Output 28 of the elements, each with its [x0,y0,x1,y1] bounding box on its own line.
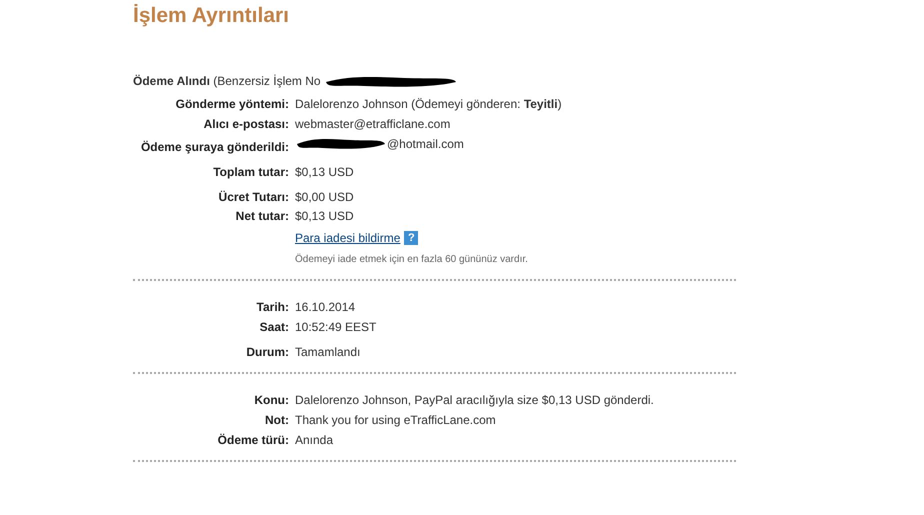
field-value: 16.10.2014 [295,299,356,315]
field-label: Ödeme türü: [216,432,289,448]
field-label: Tarih: [256,299,289,315]
field-value: $0,13 USD [295,164,354,180]
field-label: Gönderme yöntemi: [174,96,289,112]
receipt-heading: Ödeme Alındı (Benzersiz İşlem No [133,73,321,89]
field-value: Dalelorenzo Johnson, PayPal aracılığıyla size $0,13 USD gönderdi. [295,392,654,408]
refund-note: Ödemeyi iade etmek için en fazla 60 gününüz vardır. [295,252,529,267]
page-title: İşlem Ayrıntıları [133,3,290,29]
field-label: Alıcı e-postası: [202,116,289,132]
field-label: Ödeme şuraya gönderildi: [140,139,289,155]
field-value: 10:52:49 EEST [295,319,376,335]
field-value: webmaster@etrafficlane.com [295,116,450,132]
field-value: Dalelorenzo Johnson (Ödemeyi gönderen: Teyitli) [295,96,562,112]
field-label: Toplam tutar: [212,164,289,180]
field-label: Konu: [253,392,289,408]
field-value: $0,00 USD [295,189,354,205]
field-label: Durum: [245,344,289,360]
field-label: Ücret Tutarı: [218,189,289,205]
field-value: Anında [295,432,334,448]
field-value: @hotmail.com [387,136,464,152]
field-value: Tamamlandı [295,344,360,360]
field-value: $0,13 USD [295,208,354,224]
field-value: Thank you for using eTrafficLane.com [295,412,496,428]
field-label: Net tutar: [234,208,289,224]
refund-link[interactable]: Para iadesi bildirme [295,230,400,246]
field-label: Not: [264,412,289,428]
field-label: Saat: [258,319,289,335]
